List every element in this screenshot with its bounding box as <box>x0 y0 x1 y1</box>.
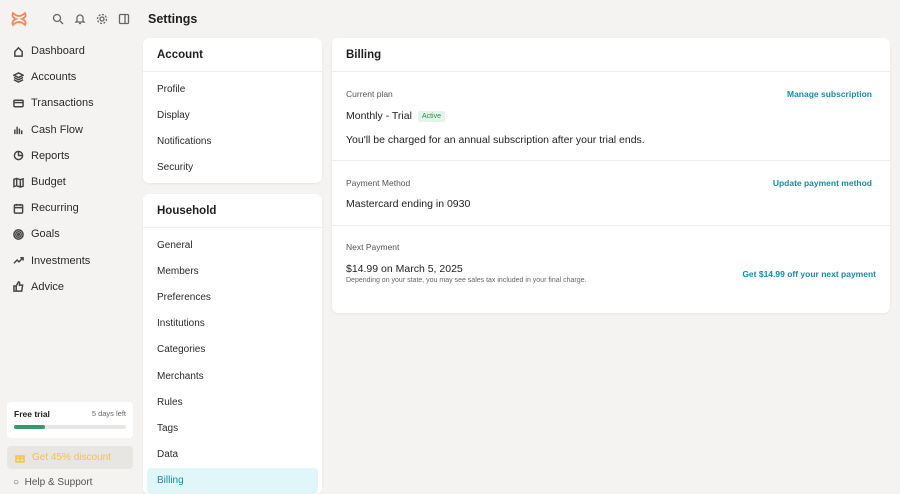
sidebar-item-accounts[interactable]: Accounts <box>0 64 140 90</box>
trial-progress-bar <box>14 425 126 429</box>
settings-menu-item-preferences[interactable]: Preferences <box>143 284 322 310</box>
settings-menu-item-institutions[interactable]: Institutions <box>143 311 322 337</box>
gear-icon[interactable] <box>96 12 108 25</box>
discount-next-payment-link[interactable]: Get $14.99 off your next payment <box>742 269 876 279</box>
sidebar-item-label: Reports <box>31 149 70 162</box>
payment-method-section: Payment Method Update payment method Mas… <box>332 161 890 226</box>
credit-card-icon <box>13 99 24 108</box>
settings-menu-item-tags[interactable]: Tags <box>143 415 322 441</box>
account-card: Account Profile Display Notifications Secur… <box>143 38 322 183</box>
settings-menu-item-security[interactable]: Security <box>143 155 322 181</box>
next-payment-value: $14.99 on March 5, 2025 <box>346 263 463 275</box>
sidebar-item-label: Goals <box>31 228 60 241</box>
help-icon: ○ <box>13 477 20 488</box>
sidebar: Dashboard Accounts Transactions Cash Flow Re… <box>0 0 140 488</box>
next-payment-label: Next Payment <box>346 242 400 252</box>
sidebar-item-reports[interactable]: Reports <box>0 143 140 169</box>
help-label: Help & Support <box>24 477 93 488</box>
free-trial-card: Free trial 5 days left <box>7 402 133 438</box>
sidebar-item-goals[interactable]: Goals <box>0 221 140 247</box>
current-plan-section: Current plan Manage subscription Monthly… <box>332 72 890 161</box>
sidebar-item-recurring[interactable]: Recurring <box>0 195 140 221</box>
account-title: Account <box>143 38 322 72</box>
settings-menu-item-notifications[interactable]: Notifications <box>143 128 322 154</box>
bell-icon[interactable] <box>74 12 86 25</box>
manage-subscription-link[interactable]: Manage subscription <box>787 89 872 99</box>
help-support-link[interactable]: ○ Help & Support <box>13 477 92 488</box>
sidebar-item-label: Budget <box>31 176 66 189</box>
sidebar-item-label: Accounts <box>31 71 77 84</box>
home-icon <box>14 46 23 57</box>
sidebar-item-label: Advice <box>31 280 65 293</box>
discount-label: Get 45% discount <box>32 452 111 463</box>
bar-chart-icon <box>14 126 23 135</box>
trial-days-left: 5 days left <box>91 409 126 418</box>
settings-menu-item-rules[interactable]: Rules <box>143 389 322 415</box>
trial-progress-fill <box>14 425 46 429</box>
plan-name: Monthly - Trial <box>346 110 412 122</box>
sidebar-item-label: Transactions <box>31 97 94 110</box>
household-card: Household General Members Preferences Insti… <box>143 194 322 494</box>
calendar-icon <box>13 203 24 214</box>
update-payment-method-link[interactable]: Update payment method <box>773 178 872 188</box>
discount-button[interactable]: Get 45% discount <box>7 446 133 469</box>
logo-icon[interactable] <box>10 11 28 27</box>
household-title: Household <box>143 194 322 228</box>
plan-note: You'll be charged for an annual subscrip… <box>346 134 645 146</box>
gift-icon <box>15 454 25 463</box>
billing-card: Billing Current plan Manage subscription… <box>332 38 890 313</box>
settings-menu-item-billing[interactable]: Billing <box>147 467 318 494</box>
trending-up-icon <box>13 257 24 264</box>
status-badge: Active <box>417 110 445 122</box>
current-plan-label: Current plan <box>346 89 393 99</box>
next-payment-section: Next Payment $14.99 on March 5, 2025 Dep… <box>332 226 890 306</box>
search-icon[interactable] <box>52 12 64 25</box>
settings-menu-item-general[interactable]: General <box>143 232 322 258</box>
settings-menu-item-display[interactable]: Display <box>143 102 322 128</box>
thumbs-up-icon <box>13 281 24 293</box>
sidebar-item-dashboard[interactable]: Dashboard <box>0 38 140 64</box>
sidebar-item-cash-flow[interactable]: Cash Flow <box>0 117 140 143</box>
sidebar-item-investments[interactable]: Investments <box>0 248 140 274</box>
sidebar-item-label: Investments <box>31 254 91 267</box>
sidebar-item-label: Dashboard <box>31 45 85 58</box>
settings-menu-item-data[interactable]: Data <box>143 442 322 468</box>
payment-method-label: Payment Method <box>346 178 411 188</box>
settings-menu-item-members[interactable]: Members <box>143 258 322 284</box>
payment-method-value: Mastercard ending in 0930 <box>346 198 471 210</box>
map-icon <box>13 177 24 188</box>
sidebar-item-label: Recurring <box>31 202 79 215</box>
billing-title: Billing <box>332 38 890 72</box>
page-title: Settings <box>148 12 198 26</box>
settings-menu-item-categories[interactable]: Categories <box>143 337 322 363</box>
sidebar-item-advice[interactable]: Advice <box>0 274 140 300</box>
trial-label: Free trial <box>14 409 50 419</box>
sidebar-item-label: Cash Flow <box>31 123 83 136</box>
target-icon <box>13 229 24 240</box>
next-payment-note: Depending on your state, you may see sal… <box>346 277 587 284</box>
layers-icon <box>13 71 24 83</box>
sidebar-item-budget[interactable]: Budget <box>0 169 140 195</box>
sidebar-item-transactions[interactable]: Transactions <box>0 90 140 116</box>
settings-menu-item-profile[interactable]: Profile <box>143 76 322 102</box>
pie-chart-icon <box>13 150 24 161</box>
sidebar-toggle-icon[interactable] <box>118 12 130 25</box>
settings-menu-item-merchants[interactable]: Merchants <box>143 363 322 389</box>
